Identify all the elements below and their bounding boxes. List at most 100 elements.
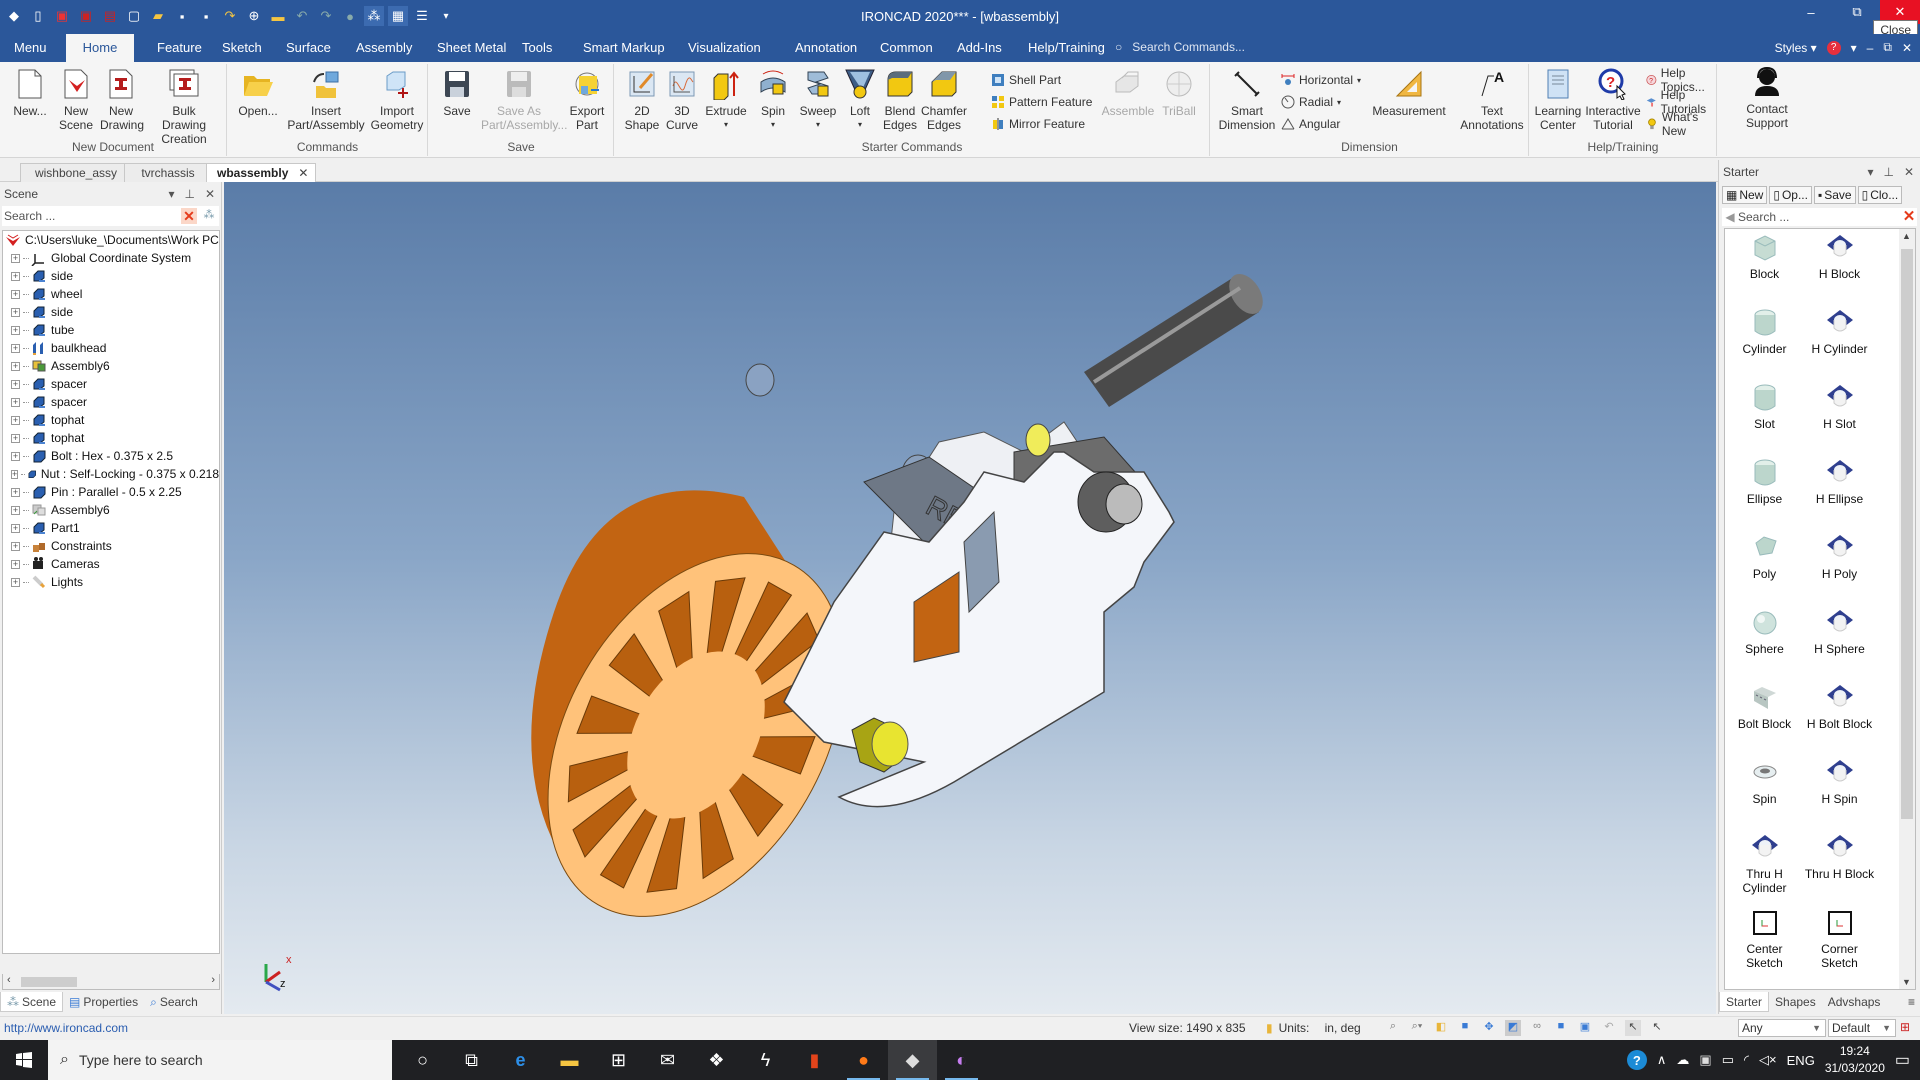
tree-item[interactable]: + Pin : Parallel - 0.5 x 2.25: [3, 483, 219, 501]
tab-advshaps[interactable]: Advshaps: [1822, 992, 1887, 1012]
expand-icon[interactable]: +: [11, 523, 20, 533]
expand-icon[interactable]: +: [11, 451, 20, 461]
tree-item[interactable]: + Nut : Self-Locking - 0.375 x 0.218: [3, 465, 219, 483]
catalog-search-input[interactable]: ◀ Search ... ✕: [1722, 208, 1917, 226]
tab-tools[interactable]: Tools: [512, 34, 562, 62]
view-orient-icon[interactable]: ◧: [1433, 1020, 1449, 1036]
new-button[interactable]: New...: [10, 68, 50, 118]
scene-search-input[interactable]: Search ... ✕ ⁂: [2, 206, 219, 226]
tree-root[interactable]: C:\Users\luke_\Documents\Work PC: [3, 231, 219, 249]
firefox-icon[interactable]: ●: [839, 1040, 888, 1080]
contact-support-button[interactable]: Contact Support: [1742, 66, 1792, 130]
tree-item[interactable]: + side: [3, 303, 219, 321]
tree-item[interactable]: + baulkhead: [3, 339, 219, 357]
back-arrow-icon[interactable]: ◀: [1722, 210, 1738, 224]
tab-home[interactable]: Home: [66, 34, 134, 62]
panel-menu-icon[interactable]: ▾: [1867, 160, 1873, 184]
panel-menu-icon[interactable]: ▾: [168, 182, 174, 206]
clock[interactable]: 19:24 31/03/2020: [1825, 1043, 1885, 1077]
export-part-button[interactable]: Export Part: [565, 68, 609, 132]
search-filter-icon[interactable]: ⁂: [201, 208, 217, 224]
catalog-item[interactable]: H Block: [1802, 229, 1877, 304]
expand-icon[interactable]: +: [11, 271, 20, 281]
store-icon[interactable]: ⊞: [594, 1040, 643, 1080]
select-pointer-icon[interactable]: ↖: [1625, 1020, 1641, 1036]
import-geometry-button[interactable]: Import Geometry: [370, 68, 424, 132]
tree-item[interactable]: + Cameras: [3, 555, 219, 573]
style-select[interactable]: Default ▼: [1828, 1019, 1896, 1037]
assembly-model[interactable]: RRC: [224, 182, 1716, 1014]
triball-button[interactable]: TriBall: [1159, 68, 1199, 118]
text-annotations-button[interactable]: A Text Annotations: [1459, 68, 1525, 132]
expand-icon[interactable]: +: [11, 505, 20, 515]
catalog-save-button[interactable]: ▪ Save: [1813, 186, 1856, 204]
expand-icon[interactable]: +: [11, 325, 20, 335]
chamfer-edges-button[interactable]: Chamfer Edges: [921, 68, 967, 132]
tab-properties[interactable]: ▤ Properties: [63, 992, 144, 1012]
mail-icon[interactable]: ✉: [643, 1040, 692, 1080]
tab-help-training[interactable]: Help/Training: [1018, 34, 1115, 62]
units-display[interactable]: ▮ Units: in, deg: [1266, 1021, 1361, 1035]
bulk-drawing-button[interactable]: Bulk Drawing Creation: [146, 68, 222, 146]
doc-tab-tvrchassis[interactable]: tvrchassis: [124, 163, 212, 182]
2d-shape-button[interactable]: 2D Shape: [623, 68, 661, 132]
catalog-new-button[interactable]: ▦ New: [1722, 186, 1768, 204]
spin-button[interactable]: Spin ▾: [753, 68, 793, 132]
catalog-item[interactable]: Thru H Cylinder: [1727, 829, 1802, 904]
render-mode-icon[interactable]: ■: [1553, 1020, 1569, 1036]
tab-menu[interactable]: Menu: [4, 34, 57, 62]
tab-visualization[interactable]: Visualization: [678, 34, 771, 62]
help-topics-button[interactable]: ? Help Topics...: [1646, 66, 1716, 94]
show-hidden-icons[interactable]: ∧: [1657, 1052, 1667, 1068]
sweep-dropdown-icon[interactable]: ▾: [816, 118, 820, 132]
select-filter-icon[interactable]: ↖: [1649, 1020, 1665, 1036]
undo-view-icon[interactable]: ↶: [1601, 1020, 1617, 1036]
3d-curve-button[interactable]: 3D Curve: [665, 68, 699, 132]
tree-item[interactable]: + spacer: [3, 393, 219, 411]
catalog-item[interactable]: Poly: [1727, 529, 1802, 604]
hierarchy-icon[interactable]: ⊞: [1900, 1020, 1910, 1034]
wifi-icon[interactable]: ◜: [1744, 1052, 1749, 1068]
tab-add-ins[interactable]: Add-Ins: [947, 34, 1012, 62]
vpn-icon[interactable]: ϟ: [741, 1040, 790, 1080]
zoom-icon[interactable]: ⌕: [1385, 1020, 1401, 1036]
catalog-item[interactable]: H Slot: [1802, 379, 1877, 454]
smart-dimension-button[interactable]: Smart Dimension: [1217, 68, 1277, 132]
office-icon[interactable]: ▮: [790, 1040, 839, 1080]
new-scene-button[interactable]: New Scene: [56, 68, 96, 132]
tree-item[interactable]: + tophat: [3, 429, 219, 447]
battery-icon[interactable]: ▭: [1722, 1052, 1734, 1068]
camera-tool-icon[interactable]: ✥: [1481, 1020, 1497, 1036]
tree-item[interactable]: + Bolt : Hex - 0.375 x 2.5: [3, 447, 219, 465]
search-commands[interactable]: ○ Search Commands...: [1115, 40, 1245, 54]
horizontal-dropdown-icon[interactable]: ▾: [1357, 76, 1361, 85]
ironcad-icon[interactable]: ◆: [888, 1040, 937, 1080]
whats-new-button[interactable]: What's New: [1646, 110, 1716, 138]
tab-annotation[interactable]: Annotation: [785, 34, 867, 62]
tree-item[interactable]: + Assembly6: [3, 501, 219, 519]
tab-common[interactable]: Common: [870, 34, 943, 62]
expand-icon[interactable]: +: [11, 289, 20, 299]
tube-shaft[interactable]: [1084, 268, 1270, 407]
part-select-icon[interactable]: ▣: [1577, 1020, 1593, 1036]
interactive-tutorial-button[interactable]: ? Interactive Tutorial: [1584, 68, 1642, 132]
file-explorer-icon[interactable]: ▬: [545, 1040, 594, 1080]
minimize-button[interactable]: –: [1788, 0, 1834, 24]
selection-filter-select[interactable]: Any ▼: [1738, 1019, 1826, 1037]
help-tray-icon[interactable]: ?: [1626, 1050, 1647, 1070]
scroll-right-icon[interactable]: ›: [211, 974, 215, 986]
taskbar-search[interactable]: ⌕ Type here to search: [48, 1040, 392, 1080]
zoom-dropdown-icon[interactable]: ⌕▾: [1409, 1020, 1425, 1036]
blend-edges-button[interactable]: Blend Edges: [881, 68, 919, 132]
shaded-view-icon[interactable]: ■: [1457, 1020, 1473, 1036]
catalog-item[interactable]: Sphere: [1727, 604, 1802, 679]
screen-record-icon[interactable]: ▣: [1699, 1052, 1711, 1068]
pin-icon[interactable]: ⊥: [184, 182, 194, 206]
scroll-left-icon[interactable]: ‹: [7, 974, 11, 986]
open-button[interactable]: Open...: [236, 68, 280, 118]
new-drawing-button[interactable]: New Drawing: [100, 68, 144, 132]
catalog-item[interactable]: Cylinder: [1727, 304, 1802, 379]
volume-muted-icon[interactable]: ◁×: [1759, 1052, 1777, 1068]
expand-icon[interactable]: +: [11, 487, 20, 497]
save-button[interactable]: Save: [439, 68, 475, 118]
